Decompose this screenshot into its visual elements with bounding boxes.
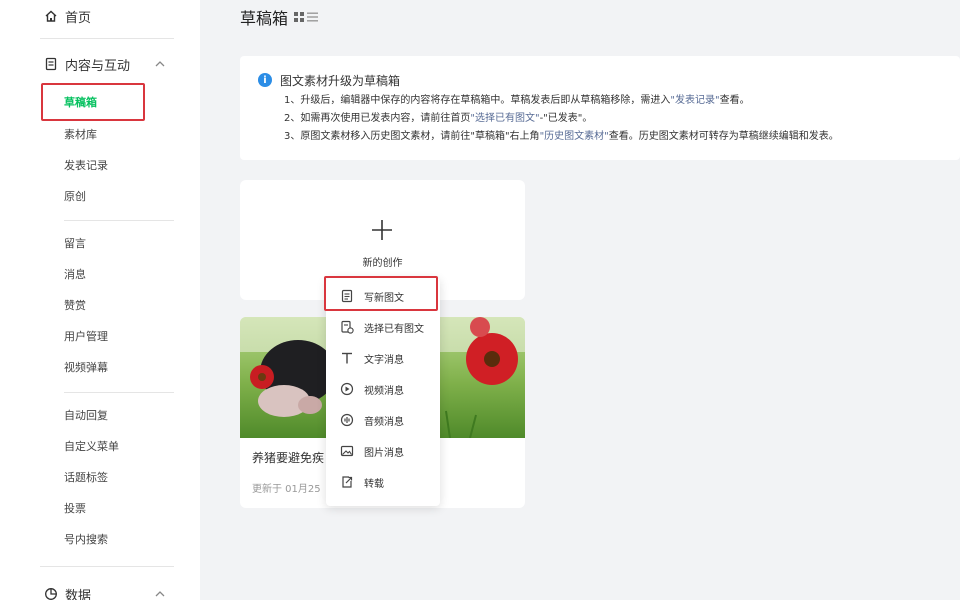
- sidebar-item-messages[interactable]: 消息: [64, 265, 86, 285]
- menu-item-label: 图片消息: [364, 447, 404, 459]
- chevron-up-icon[interactable]: [154, 58, 166, 70]
- data-chart-icon: [44, 587, 58, 600]
- notice-text: 2、如需再次使用已发表内容，请前往首页: [284, 113, 471, 124]
- menu-item-image-message[interactable]: 图片消息: [340, 440, 404, 462]
- menu-item-select-existing[interactable]: 选择已有图文: [340, 316, 424, 338]
- sidebar-item-voting[interactable]: 投票: [64, 499, 86, 519]
- text-icon: [340, 351, 354, 365]
- video-play-icon: [340, 382, 354, 396]
- divider: [40, 566, 174, 567]
- sidebar-item-topic-tags[interactable]: 话题标签: [64, 468, 108, 488]
- sidebar-item-original[interactable]: 原创: [64, 187, 86, 207]
- page-title-text: 草稿箱: [240, 9, 289, 28]
- plus-icon: [372, 220, 392, 240]
- new-creation-menu: 写新图文 选择已有图文 文字消息 视频消息 音频消息 图片消息 转载: [324, 276, 440, 506]
- sidebar-item-in-account-search[interactable]: 号内搜索: [64, 530, 108, 550]
- divider: [40, 38, 174, 39]
- sidebar-item-video-danmaku[interactable]: 视频弹幕: [64, 358, 108, 378]
- nav-group-data[interactable]: 数据: [44, 582, 91, 600]
- nav-group-data-label: 数据: [65, 588, 92, 600]
- select-article-icon: [340, 320, 354, 334]
- sidebar-item-auto-reply[interactable]: 自动回复: [64, 406, 108, 426]
- sidebar-item-publish-records[interactable]: 发表记录: [64, 156, 108, 176]
- list-view-icon[interactable]: [307, 12, 319, 22]
- sidebar-item-custom-menu[interactable]: 自定义菜单: [64, 437, 119, 457]
- sidebar: 首页 内容与互动 草稿箱 素材库 发表记录 原创 留言 消息 赞赏 用户管理 视…: [0, 0, 200, 600]
- nav-home[interactable]: 首页: [44, 4, 91, 28]
- new-creation-label: 新的创作: [362, 258, 403, 269]
- select-existing-article-link[interactable]: "选择已有图文": [470, 113, 539, 124]
- notice-text: 查看。: [719, 95, 750, 106]
- sidebar-item-rewards[interactable]: 赞赏: [64, 296, 86, 316]
- info-icon: i: [258, 73, 272, 87]
- highlight-box-drafts: [41, 83, 145, 121]
- home-icon: [44, 9, 58, 23]
- article-title[interactable]: 养猪要避免疾: [252, 449, 324, 466]
- menu-item-text-message[interactable]: 文字消息: [340, 347, 404, 369]
- repost-icon: [340, 475, 354, 489]
- history-materials-link[interactable]: "历史图文素材": [540, 131, 609, 142]
- sidebar-item-materials[interactable]: 素材库: [64, 125, 97, 145]
- notice-line-1: 1、升级后，编辑器中保存的内容将存在草稿箱中。草稿发表后即从草稿箱移除，需进入"…: [284, 93, 750, 109]
- menu-item-label: 音频消息: [364, 416, 404, 428]
- menu-item-label: 视频消息: [364, 385, 404, 397]
- notice-heading: i 图文素材升级为草稿箱: [258, 70, 400, 90]
- notice-line-3: 3、原图文素材移入历史图文素材，请前往"草稿箱"右上角"历史图文素材"查看。历史…: [284, 129, 839, 145]
- notice-title: 图文素材升级为草稿箱: [280, 73, 401, 88]
- notice-text: 3、原图文素材移入历史图文素材，请前往"草稿箱"右上角: [284, 131, 540, 142]
- nav-group-content[interactable]: 内容与互动: [44, 52, 130, 76]
- image-icon: [340, 444, 354, 458]
- notice-text: 1、升级后，编辑器中保存的内容将存在草稿箱中。草稿发表后即从草稿箱移除，需进入: [284, 95, 671, 106]
- notice-panel: i 图文素材升级为草稿箱 1、升级后，编辑器中保存的内容将存在草稿箱中。草稿发表…: [240, 56, 960, 160]
- menu-item-audio-message[interactable]: 音频消息: [340, 409, 404, 431]
- publish-records-link[interactable]: "发表记录": [670, 95, 719, 106]
- audio-icon: [340, 413, 354, 427]
- page-title: 草稿箱: [240, 4, 321, 30]
- sidebar-item-comments[interactable]: 留言: [64, 234, 86, 254]
- menu-item-repost[interactable]: 转载: [340, 471, 384, 493]
- chevron-up-icon[interactable]: [154, 588, 166, 600]
- menu-item-video-message[interactable]: 视频消息: [340, 378, 404, 400]
- article-update-time: 更新于 01月25: [252, 484, 321, 495]
- document-icon: [44, 57, 58, 71]
- menu-item-label: 文字消息: [364, 354, 404, 366]
- notice-line-2: 2、如需再次使用已发表内容，请前往首页"选择已有图文"-"已发表"。: [284, 111, 592, 127]
- notice-text: 查看。历史图文素材可转存为草稿继续编辑和发表。: [608, 131, 839, 142]
- highlight-box-new-article: [324, 276, 438, 311]
- nav-group-content-label: 内容与互动: [65, 58, 131, 74]
- divider: [64, 392, 174, 393]
- grid-view-icon[interactable]: [294, 12, 305, 22]
- divider: [64, 220, 174, 221]
- notice-text: -"已发表"。: [539, 113, 593, 124]
- nav-home-label: 首页: [65, 10, 92, 26]
- menu-item-label: 选择已有图文: [364, 323, 424, 335]
- menu-item-label: 转载: [364, 478, 384, 490]
- sidebar-item-user-management[interactable]: 用户管理: [64, 327, 108, 347]
